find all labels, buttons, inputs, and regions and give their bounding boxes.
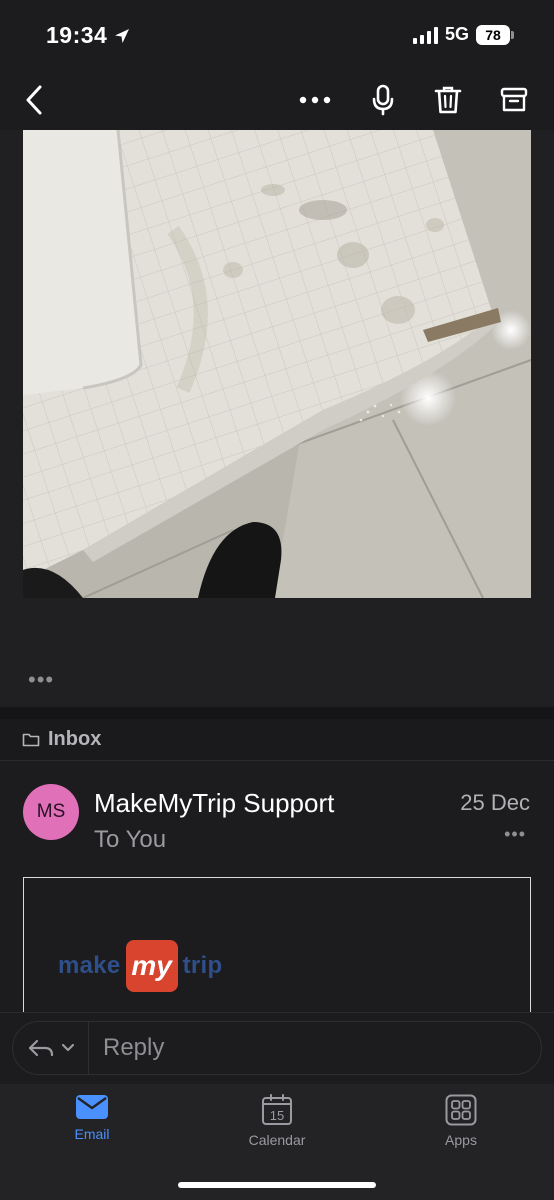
tab-email-label: Email: [74, 1126, 110, 1142]
battery-icon: 78: [476, 24, 514, 45]
show-quoted-text-button[interactable]: •••: [28, 667, 54, 693]
mail-icon: [76, 1095, 108, 1119]
thread-divider: [0, 707, 554, 719]
reply-mode-button[interactable]: [13, 1022, 89, 1074]
makemytrip-logo: make my trip: [58, 940, 222, 992]
network-type: 5G: [444, 24, 469, 44]
message-date: 25 Dec: [460, 790, 530, 815]
archive-button[interactable]: [494, 80, 534, 120]
location-arrow-icon: [115, 28, 130, 43]
folder-label: Inbox: [48, 728, 102, 750]
recipient-line[interactable]: To You: [94, 826, 166, 854]
tab-bar: Email 15 Calendar Apps: [0, 1084, 554, 1200]
reply-input[interactable]: Reply: [89, 1022, 541, 1074]
microphone-icon: [372, 84, 394, 116]
folder-indicator: Inbox: [0, 719, 554, 761]
bed-photo-image: [23, 130, 531, 598]
delete-button[interactable]: [428, 80, 468, 120]
back-button[interactable]: [14, 80, 54, 120]
message-more-button[interactable]: •••: [504, 824, 526, 845]
status-bar: 19:34 5G 78: [0, 0, 554, 70]
clock-time: 19:34: [46, 22, 108, 48]
tab-apps-label: Apps: [445, 1132, 477, 1148]
archive-icon: [500, 87, 528, 112]
logo-trip: trip: [182, 952, 223, 979]
reply-area: Reply: [0, 1012, 554, 1084]
status-indicators: 5G 78: [412, 24, 514, 45]
tab-calendar-label: Calendar: [248, 1132, 306, 1148]
clock: 19:34: [46, 22, 131, 49]
tab-calendar[interactable]: 15 Calendar: [222, 1094, 332, 1148]
reply-arrow-icon: [28, 1039, 53, 1057]
cellular-signal-icon: [412, 26, 438, 44]
home-indicator[interactable]: [178, 1182, 376, 1188]
calendar-day: 15: [270, 1108, 284, 1123]
logo-make: make: [58, 952, 121, 979]
apps-grid-icon: [445, 1094, 477, 1126]
calendar-icon: 15: [262, 1094, 292, 1125]
logo-my: my: [125, 940, 178, 992]
message-toolbar: [0, 70, 554, 130]
message-header[interactable]: MS MakeMyTrip Support To You 25 Dec •••: [0, 762, 554, 872]
sender-name[interactable]: MakeMyTrip Support: [94, 788, 334, 819]
dictate-button[interactable]: [363, 80, 403, 120]
attached-photo[interactable]: [23, 130, 531, 598]
battery-level: 78: [476, 24, 510, 45]
more-actions-button[interactable]: [295, 80, 335, 120]
tab-apps[interactable]: Apps: [406, 1094, 516, 1148]
folder-icon: [22, 733, 40, 747]
reply-bar: Reply: [12, 1021, 542, 1075]
email-content-frame: make my trip: [23, 877, 531, 1017]
chevron-left-icon: [26, 85, 42, 115]
message-body: •••: [0, 130, 554, 707]
chevron-down-icon: [61, 1043, 74, 1052]
ellipsis-icon: [299, 96, 331, 104]
avatar[interactable]: MS: [23, 784, 79, 840]
tab-email[interactable]: Email: [37, 1094, 147, 1142]
trash-icon: [434, 86, 462, 114]
